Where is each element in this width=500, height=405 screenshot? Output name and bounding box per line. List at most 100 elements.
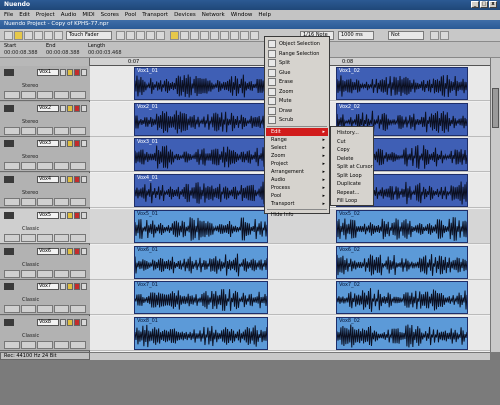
- context-menu-tool-item[interactable]: Split: [266, 58, 328, 68]
- audio-event[interactable]: Vox6_02: [336, 245, 468, 279]
- track-header[interactable]: Vox3 Stereo: [0, 137, 90, 173]
- color-button[interactable]: [440, 31, 449, 40]
- audio-event[interactable]: Vox3_01: [134, 138, 268, 172]
- record-enable-button[interactable]: [74, 104, 80, 112]
- solo-button[interactable]: [67, 247, 73, 255]
- zoom-tool-icon[interactable]: [220, 31, 229, 40]
- record-enable-button[interactable]: [74, 69, 80, 76]
- erase-tool-icon[interactable]: [210, 31, 219, 40]
- show-overview-button[interactable]: [44, 31, 53, 40]
- menu-midi[interactable]: MIDI: [82, 12, 94, 18]
- menu-file[interactable]: File: [4, 12, 13, 18]
- context-menu-tool-item[interactable]: Mute: [266, 96, 328, 106]
- track-name-field[interactable]: Vox4: [37, 176, 59, 184]
- split-tool-icon[interactable]: [190, 31, 199, 40]
- menu-devices[interactable]: Devices: [174, 12, 196, 18]
- draw-tool-icon[interactable]: [240, 31, 249, 40]
- audio-event[interactable]: Vox6_01: [134, 245, 268, 279]
- context-menu-tool-item[interactable]: Draw: [266, 106, 328, 116]
- track-header[interactable]: Vox4 Stereo: [0, 173, 90, 209]
- automation-mode-select[interactable]: Touch Fader: [66, 31, 112, 40]
- menu-help[interactable]: Help: [258, 12, 271, 18]
- object-select-tool-icon[interactable]: [170, 31, 179, 40]
- context-menu-tool-item[interactable]: Object Selection: [266, 39, 328, 49]
- activate-project-button[interactable]: [4, 31, 13, 40]
- track-name-field[interactable]: Vox7: [37, 283, 59, 291]
- track-header[interactable]: Vox2 Stereo: [0, 101, 90, 137]
- mute-button[interactable]: [60, 104, 66, 112]
- edit-submenu-item[interactable]: History...: [332, 129, 373, 137]
- close-button[interactable]: x: [489, 1, 497, 8]
- menu-scores[interactable]: Scores: [101, 12, 119, 18]
- solo-button[interactable]: [67, 283, 73, 291]
- maximize-button[interactable]: □: [480, 1, 488, 8]
- audio-event[interactable]: Vox1_02: [336, 67, 468, 100]
- mute-button[interactable]: [60, 283, 66, 291]
- record-enable-button[interactable]: [74, 283, 80, 291]
- solo-button[interactable]: [67, 211, 73, 219]
- track-header[interactable]: Vox7 Classic: [0, 280, 90, 316]
- monitor-button[interactable]: [81, 283, 87, 291]
- solo-button[interactable]: [67, 69, 73, 76]
- vertical-scrollbar[interactable]: [490, 58, 500, 352]
- transport-play-button[interactable]: [146, 31, 155, 40]
- track-controls[interactable]: [4, 305, 86, 314]
- record-enable-button[interactable]: [74, 140, 80, 148]
- scrub-tool-icon[interactable]: [250, 31, 259, 40]
- end-value[interactable]: 00:00:08.388: [46, 50, 80, 56]
- audio-event[interactable]: Vox8_01: [134, 316, 268, 350]
- transport-stop-button[interactable]: [136, 31, 145, 40]
- audio-event[interactable]: Vox7_02: [336, 281, 468, 315]
- record-enable-button[interactable]: [74, 247, 80, 255]
- open-pool-button[interactable]: [54, 31, 63, 40]
- track-name-field[interactable]: Vox3: [37, 140, 59, 148]
- show-inspector-button[interactable]: [34, 31, 43, 40]
- track-header[interactable]: Vox1 Stereo: [0, 66, 90, 101]
- mute-tool-icon[interactable]: [230, 31, 239, 40]
- context-menu-tool-item[interactable]: Erase: [266, 77, 328, 87]
- vertical-scroll-thumb[interactable]: [492, 88, 499, 128]
- audio-event[interactable]: Vox5_02: [336, 209, 468, 243]
- context-menu-group-item[interactable]: Process ▸: [266, 184, 328, 192]
- edit-submenu-item[interactable]: Split Loop: [332, 172, 373, 180]
- monitor-button[interactable]: [81, 211, 87, 219]
- monitor-button[interactable]: [81, 318, 87, 326]
- grid-select[interactable]: 1000 ms: [338, 31, 374, 40]
- mute-button[interactable]: [60, 69, 66, 76]
- track-controls[interactable]: [4, 269, 86, 278]
- context-menu-group-item[interactable]: Range ▸: [266, 136, 328, 144]
- zoom-select[interactable]: Not: [388, 31, 424, 40]
- edit-submenu-item[interactable]: Repeat...: [332, 189, 373, 197]
- audio-event[interactable]: Vox2_01: [134, 102, 268, 136]
- track-controls[interactable]: [4, 126, 86, 135]
- context-menu-group-item[interactable]: Project ▸: [266, 160, 328, 168]
- menu-pool[interactable]: Pool: [125, 12, 136, 18]
- audio-event[interactable]: Vox7_01: [134, 281, 268, 315]
- audio-event[interactable]: Vox8_02: [336, 316, 468, 350]
- transport-record-button[interactable]: [156, 31, 165, 40]
- glue-tool-icon[interactable]: [200, 31, 209, 40]
- context-menu-tool-item[interactable]: Zoom: [266, 87, 328, 97]
- track-header[interactable]: Vox6 Classic: [0, 244, 90, 280]
- track-lane[interactable]: Vox6_01 Vox6_02: [90, 244, 490, 280]
- mute-button[interactable]: [60, 211, 66, 219]
- transport-rewind-button[interactable]: [116, 31, 125, 40]
- mute-button[interactable]: [60, 247, 66, 255]
- context-menu-edit-item[interactable]: Edit ▸: [266, 127, 328, 136]
- constrain-delay-button[interactable]: [14, 31, 23, 40]
- edit-submenu-item[interactable]: Copy: [332, 146, 373, 154]
- track-name-field[interactable]: Vox6: [37, 247, 59, 255]
- monitor-button[interactable]: [81, 140, 87, 148]
- audio-event[interactable]: Vox4_01: [134, 174, 268, 208]
- monitor-button[interactable]: [81, 176, 87, 184]
- menu-audio[interactable]: Audio: [61, 12, 77, 18]
- track-name-field[interactable]: Vox8: [37, 318, 59, 326]
- track-controls[interactable]: [4, 162, 86, 171]
- mute-button[interactable]: [60, 140, 66, 148]
- context-menu-tool-item[interactable]: Scrub: [266, 115, 328, 125]
- track-header[interactable]: Vox8 Classic: [0, 315, 90, 351]
- track-lane[interactable]: Vox7_01 Vox7_02: [90, 280, 490, 316]
- record-enable-button[interactable]: [74, 176, 80, 184]
- context-menu-group-item[interactable]: Select ▸: [266, 144, 328, 152]
- context-menu-group-item[interactable]: Audio ▸: [266, 176, 328, 184]
